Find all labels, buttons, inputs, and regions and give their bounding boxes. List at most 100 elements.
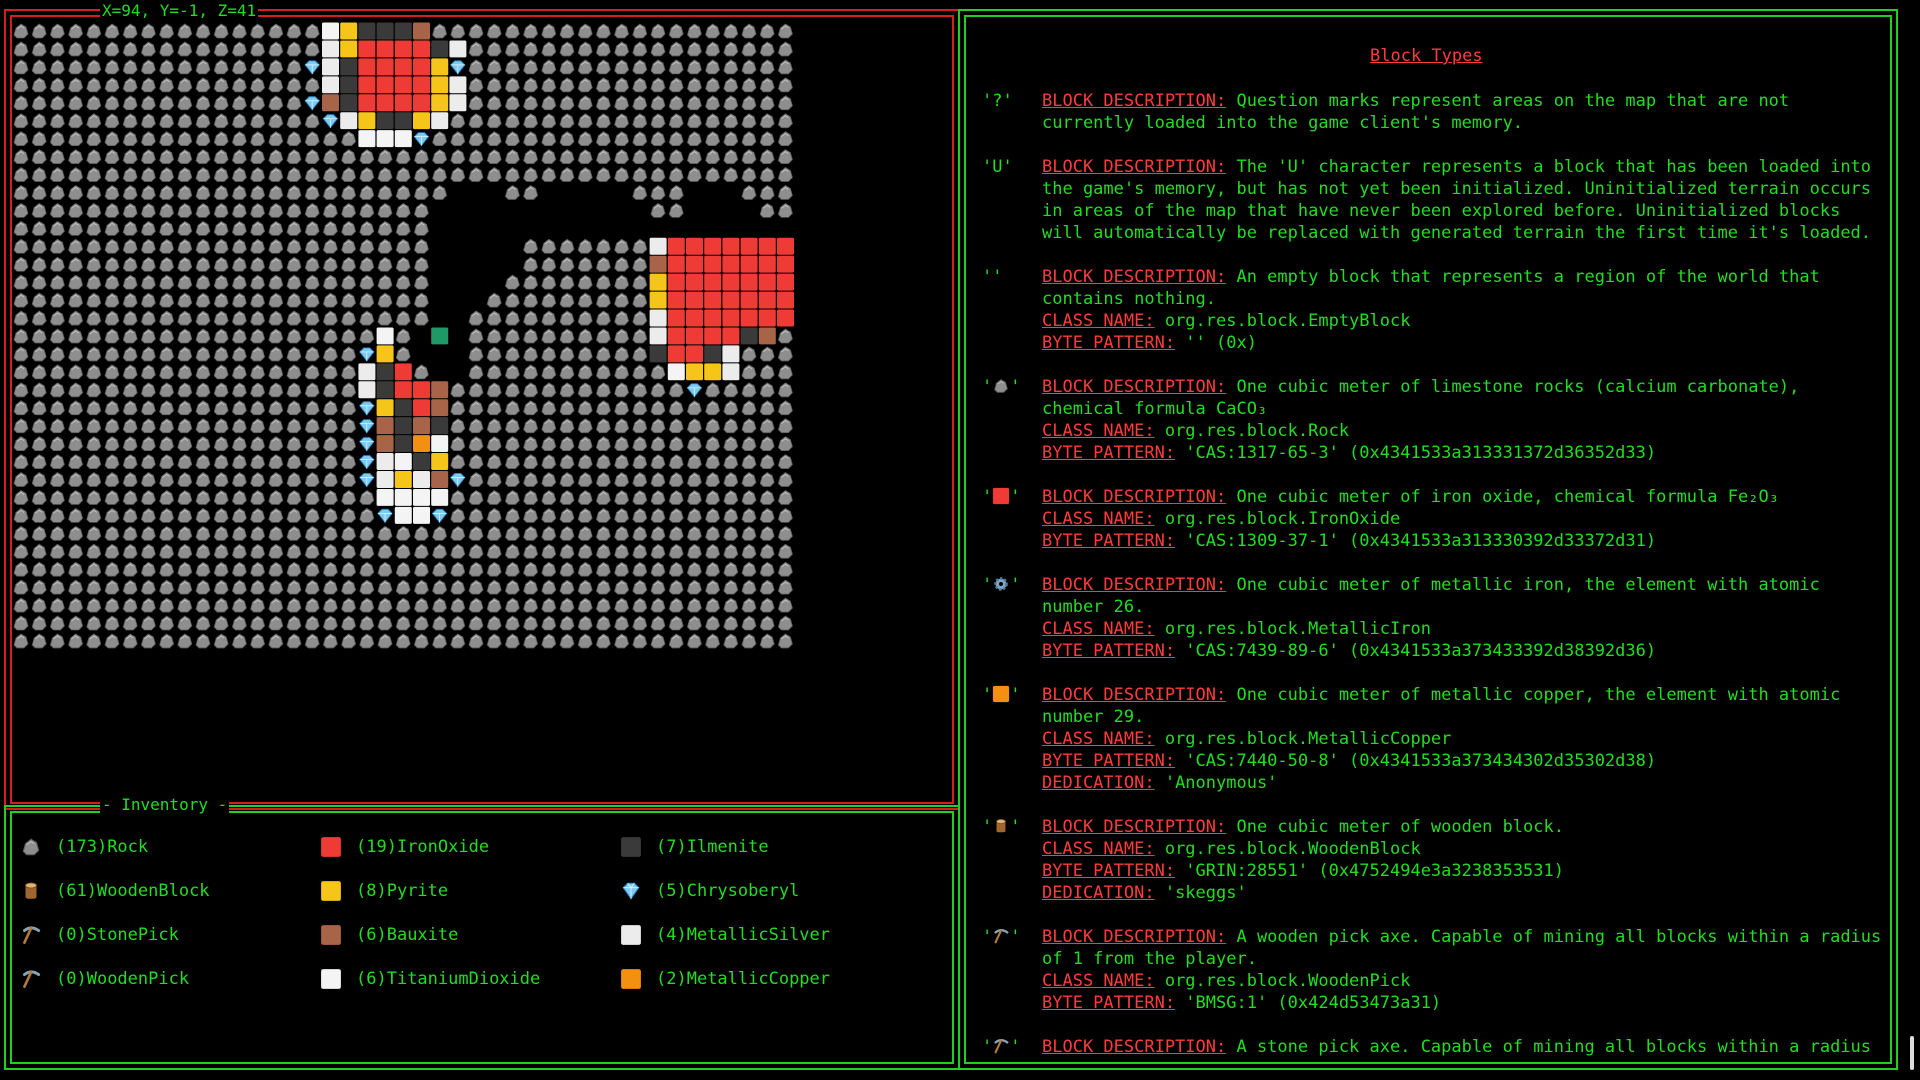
map-block-rock[interactable]	[595, 418, 611, 434]
map-block-rock[interactable]	[577, 633, 593, 649]
map-block-rock[interactable]	[632, 472, 648, 487]
map-block-rock[interactable]	[759, 400, 775, 416]
map-block-rock[interactable]	[122, 346, 138, 362]
map-block-rock[interactable]	[359, 202, 375, 218]
map-block-metallic-silver[interactable]	[413, 471, 430, 488]
map-block-rock[interactable]	[614, 418, 630, 434]
map-block-rock[interactable]	[177, 23, 193, 39]
map-block-rock[interactable]	[395, 633, 411, 649]
map-block-rock[interactable]	[140, 633, 156, 649]
map-block-rock[interactable]	[31, 436, 47, 452]
map-block-rock[interactable]	[759, 436, 775, 452]
map-block-rock[interactable]	[213, 184, 229, 200]
map-block-rock[interactable]	[468, 95, 484, 111]
map-block-rock[interactable]	[595, 59, 611, 75]
map-block-rock[interactable]	[705, 23, 721, 39]
map-block-rock[interactable]	[195, 633, 211, 649]
map-block-rock[interactable]	[231, 95, 247, 111]
map-block-rock[interactable]	[268, 23, 284, 39]
map-block-rock[interactable]	[177, 400, 193, 416]
map-block-rock[interactable]	[468, 525, 484, 541]
map-block-rock[interactable]	[341, 525, 357, 541]
map-block-rock[interactable]	[268, 525, 284, 541]
map-block-bauxite[interactable]	[376, 435, 394, 453]
map-block-rock[interactable]	[68, 633, 84, 649]
map-block-pyrite[interactable]	[431, 58, 449, 76]
map-block-rock[interactable]	[304, 202, 320, 218]
map-block-rock[interactable]	[759, 454, 775, 469]
map-block-rock[interactable]	[104, 95, 120, 111]
map-block-rock[interactable]	[741, 346, 757, 362]
map-block-iron-oxide[interactable]	[740, 273, 758, 291]
map-block-rock[interactable]	[705, 113, 721, 129]
map-block-rock[interactable]	[523, 23, 539, 39]
map-block-rock[interactable]	[395, 615, 411, 631]
map-block-rock[interactable]	[341, 202, 357, 218]
map-block-rock[interactable]	[595, 113, 611, 129]
map-block-rock[interactable]	[432, 543, 448, 559]
map-block-rock[interactable]	[286, 59, 302, 75]
map-block-rock[interactable]	[341, 346, 357, 362]
map-block-rock[interactable]	[559, 41, 575, 57]
map-block-rock[interactable]	[286, 149, 302, 164]
map-block-rock[interactable]	[159, 41, 175, 57]
map-block-iron-oxide[interactable]	[413, 94, 430, 112]
map-block-rock[interactable]	[486, 95, 502, 111]
map-block-rock[interactable]	[159, 454, 175, 469]
map-block-pyrite[interactable]	[413, 112, 430, 130]
map-block-rock[interactable]	[49, 400, 65, 416]
map-block-rock[interactable]	[322, 400, 338, 416]
map-block-rock[interactable]	[268, 131, 284, 147]
map-block-rock[interactable]	[705, 400, 721, 416]
map-block-rock[interactable]	[577, 95, 593, 111]
map-block-rock[interactable]	[486, 489, 502, 505]
map-block-rock[interactable]	[686, 436, 702, 452]
map-block-rock[interactable]	[705, 633, 721, 649]
map-block-rock[interactable]	[231, 436, 247, 452]
map-block-rock[interactable]	[86, 615, 102, 631]
map-block-rock[interactable]	[377, 292, 393, 308]
map-block-rock[interactable]	[559, 579, 575, 595]
map-block-rock[interactable]	[268, 507, 284, 523]
map-block-iron-oxide[interactable]	[413, 58, 430, 76]
map-block-rock[interactable]	[49, 220, 65, 236]
map-block-rock[interactable]	[104, 561, 120, 577]
map-block-rock[interactable]	[86, 274, 102, 290]
map-block-rock[interactable]	[13, 131, 29, 147]
map-block-rock[interactable]	[450, 579, 466, 595]
map-block-iron-oxide[interactable]	[667, 237, 685, 255]
map-block-rock[interactable]	[777, 41, 793, 57]
map-block-rock[interactable]	[31, 23, 47, 39]
map-block-rock[interactable]	[268, 202, 284, 218]
map-block-rock[interactable]	[341, 561, 357, 577]
map-block-rock[interactable]	[268, 184, 284, 200]
map-block-iron-oxide[interactable]	[667, 327, 685, 345]
map-block-rock[interactable]	[104, 489, 120, 505]
map-block-rock[interactable]	[177, 579, 193, 595]
map-block-rock[interactable]	[195, 167, 211, 182]
map-block-rock[interactable]	[86, 95, 102, 111]
map-block-rock[interactable]	[504, 418, 520, 434]
map-block-pyrite[interactable]	[358, 112, 376, 130]
map-block-iron-oxide[interactable]	[394, 40, 412, 58]
map-block-rock[interactable]	[614, 597, 630, 613]
map-block-rock[interactable]	[268, 113, 284, 129]
map-block-rock[interactable]	[322, 131, 338, 147]
map-block-rock[interactable]	[777, 167, 793, 182]
map-block-rock[interactable]	[13, 489, 29, 505]
map-block-bauxite[interactable]	[431, 471, 449, 488]
map-block-rock[interactable]	[595, 364, 611, 380]
map-block-metallic-silver[interactable]	[449, 76, 467, 94]
map-block-rock[interactable]	[159, 525, 175, 541]
map-block-rock[interactable]	[359, 238, 375, 254]
map-block-rock[interactable]	[486, 543, 502, 559]
map-block-rock[interactable]	[231, 274, 247, 290]
map-block-rock[interactable]	[286, 472, 302, 487]
map-block-rock[interactable]	[49, 579, 65, 595]
map-block-rock[interactable]	[395, 292, 411, 308]
map-block-rock[interactable]	[140, 41, 156, 57]
map-block-rock[interactable]	[322, 256, 338, 272]
map-block-rock[interactable]	[104, 400, 120, 416]
map-block-rock[interactable]	[104, 77, 120, 93]
map-block-rock[interactable]	[614, 41, 630, 57]
